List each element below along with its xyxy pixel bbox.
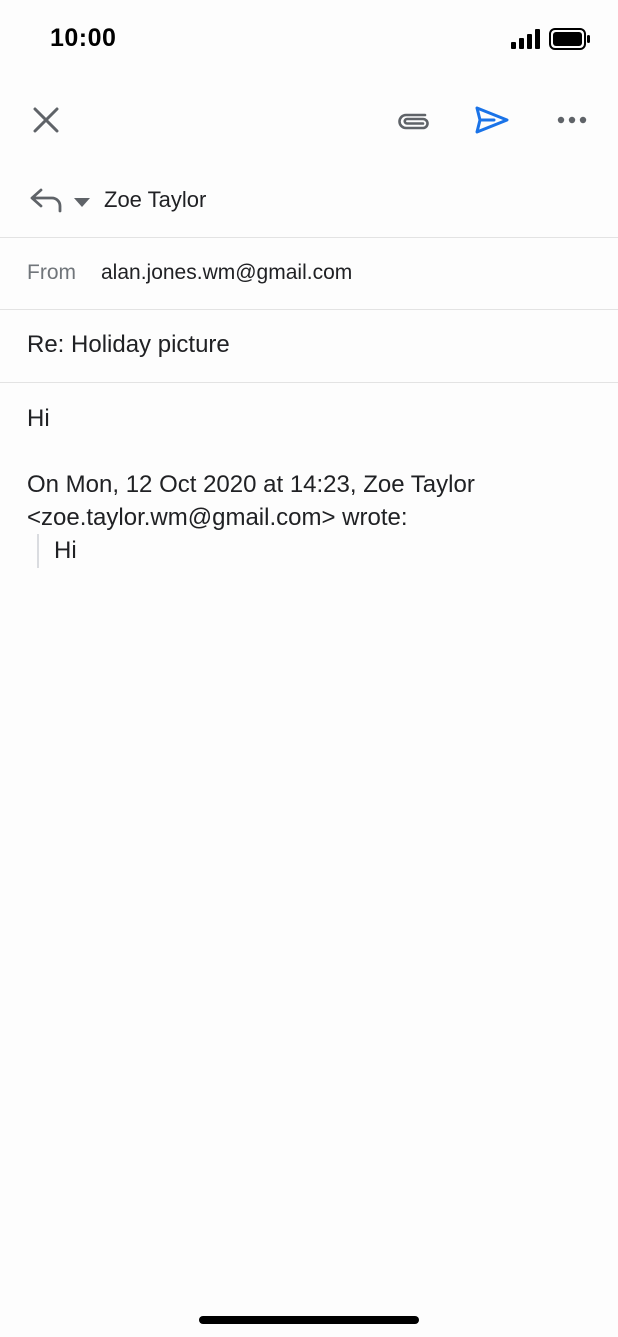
home-indicator[interactable] xyxy=(199,1316,419,1324)
close-button[interactable] xyxy=(22,98,70,142)
compose-screen: 10:00 Zoe Taylor From alan.jones.wm@gmai… xyxy=(0,0,618,1337)
more-horizontal-icon xyxy=(557,116,587,124)
status-bar: 10:00 xyxy=(0,0,618,80)
subject-row[interactable] xyxy=(0,310,618,382)
reply-icon[interactable] xyxy=(28,185,64,217)
from-address[interactable]: alan.jones.wm@gmail.com xyxy=(101,261,352,285)
attachment-icon xyxy=(398,113,429,130)
caret-down-icon[interactable] xyxy=(73,196,91,208)
quote-header: On Mon, 12 Oct 2020 at 14:23, Zoe Taylor… xyxy=(27,471,475,531)
message-body[interactable]: Hi On Mon, 12 Oct 2020 at 14:23, Zoe Tay… xyxy=(27,402,597,568)
more-options-button[interactable] xyxy=(548,98,596,142)
quoted-text: Hi xyxy=(54,537,77,564)
status-time: 10:00 xyxy=(50,24,117,52)
subject-input[interactable] xyxy=(27,331,587,359)
attach-button[interactable] xyxy=(390,98,438,142)
recipient-name[interactable]: Zoe Taylor xyxy=(104,187,206,213)
cellular-signal-icon xyxy=(511,29,540,49)
close-icon xyxy=(33,107,59,133)
recipient-row[interactable]: Zoe Taylor xyxy=(0,165,618,237)
from-row[interactable]: From alan.jones.wm@gmail.com xyxy=(0,238,618,309)
send-icon xyxy=(475,106,509,134)
divider xyxy=(0,382,618,383)
send-button[interactable] xyxy=(466,98,518,142)
from-label: From xyxy=(27,261,76,284)
body-text[interactable]: Hi xyxy=(27,402,597,435)
quoted-message: Hi xyxy=(37,534,597,568)
compose-toolbar xyxy=(0,80,618,160)
battery-full-icon xyxy=(549,28,590,50)
